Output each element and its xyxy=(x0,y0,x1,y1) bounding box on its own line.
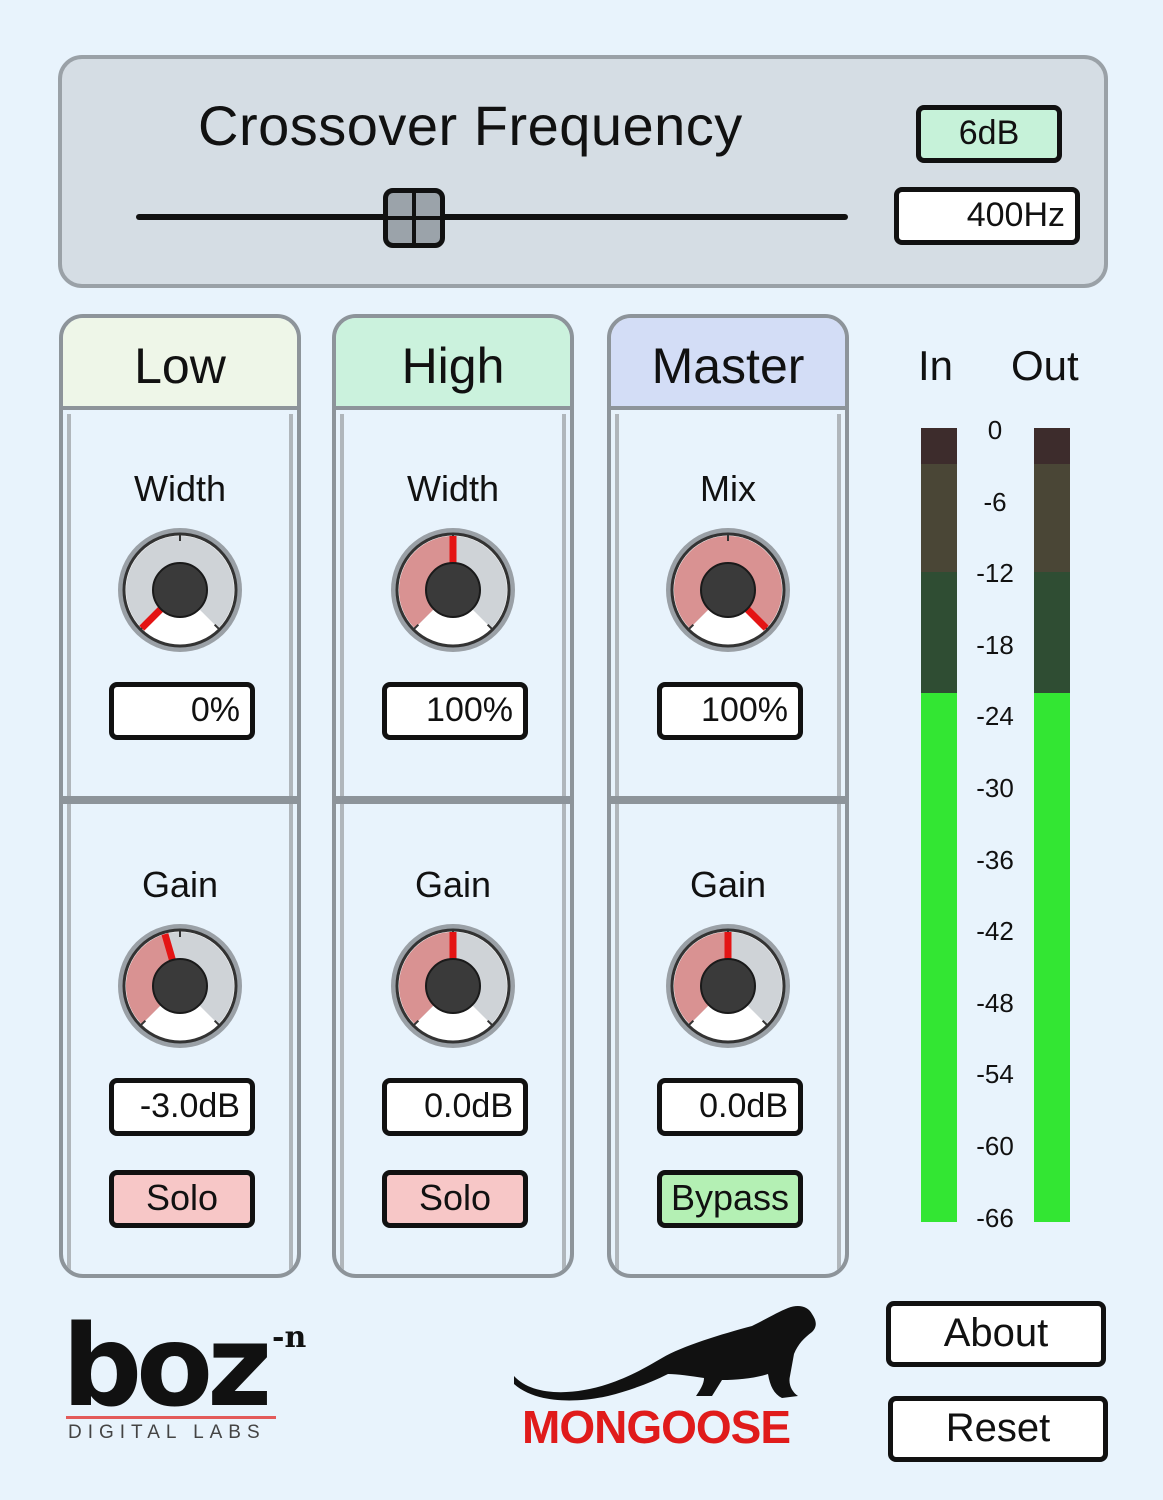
boz-logo-superscript: -n xyxy=(272,1320,307,1355)
boz-digital-labs-logo: boz -n DIGITAL LABS xyxy=(62,1302,314,1452)
width-knob[interactable] xyxy=(114,524,246,656)
meter-yellow-zone xyxy=(921,464,957,573)
knob-dial-icon xyxy=(118,924,242,1048)
band-title: Master xyxy=(611,318,845,410)
width-value-field[interactable]: 100% xyxy=(382,682,528,740)
boz-logo-word: boz xyxy=(62,1302,272,1432)
high-band-panel: High Width 100% Gain 0.0dB Solo xyxy=(332,314,574,1278)
gain-knob[interactable] xyxy=(387,920,519,1052)
crossover-title: Crossover Frequency xyxy=(198,94,743,157)
solo-button[interactable]: Solo xyxy=(109,1170,255,1228)
width-value-field[interactable]: 0% xyxy=(109,682,255,740)
band-title: Low xyxy=(63,318,297,410)
section-divider xyxy=(63,796,297,804)
frequency-field[interactable]: 400Hz xyxy=(894,187,1080,245)
out-meter-label: Out xyxy=(1011,342,1079,389)
meter-scale-tick: -60 xyxy=(976,1131,1014,1161)
meter-scale-tick: -30 xyxy=(976,773,1014,803)
crossover-slider-thumb[interactable] xyxy=(382,188,445,248)
section-divider xyxy=(611,796,845,804)
gain-value-field[interactable]: 0.0dB xyxy=(382,1078,528,1136)
gain-knob[interactable] xyxy=(662,920,794,1052)
crossover-panel: Crossover Frequency 6dB 400Hz xyxy=(58,55,1108,288)
width-label: Width xyxy=(133,468,227,509)
boz-logo-underline xyxy=(66,1416,276,1419)
slope-selector[interactable]: 6dB xyxy=(916,105,1062,163)
knob-dial-icon xyxy=(666,528,790,652)
meter-level-fill xyxy=(921,692,957,1222)
meter-scale-tick: -36 xyxy=(976,844,1014,875)
meter-scale-tick: -48 xyxy=(976,987,1014,1018)
meter-scale-tick: -18 xyxy=(976,629,1014,660)
crossover-slider-track[interactable] xyxy=(136,214,848,220)
mongoose-product-name: MONGOOSE xyxy=(522,1401,791,1453)
master-panel: Master Mix 100% Gain 0.0dB Bypass xyxy=(607,314,849,1278)
gain-label: Gain xyxy=(414,864,492,905)
solo-button[interactable]: Solo xyxy=(382,1170,528,1228)
meter-red-zone xyxy=(921,428,957,465)
panel-edge xyxy=(67,414,71,1274)
boz-logo-subtitle: DIGITAL LABS xyxy=(68,1422,266,1443)
panel-edge xyxy=(340,414,344,1274)
meter-level-fill xyxy=(1034,692,1070,1222)
band-title: High xyxy=(336,318,570,410)
mongoose-logo: MONGOOSE xyxy=(512,1304,822,1454)
meter-yellow-zone xyxy=(1034,464,1070,573)
knob-dial-icon xyxy=(391,528,515,652)
gain-label: Gain xyxy=(141,864,219,905)
mix-label: Mix xyxy=(700,468,756,509)
gain-label: Gain xyxy=(689,864,767,905)
meter-red-zone xyxy=(1034,428,1070,465)
section-divider xyxy=(336,796,570,804)
mix-knob[interactable] xyxy=(662,524,794,656)
panel-edge xyxy=(562,414,566,1274)
bypass-button[interactable]: Bypass xyxy=(657,1170,803,1228)
reset-button[interactable]: Reset xyxy=(888,1396,1108,1462)
output-level-meter xyxy=(1034,428,1070,1222)
about-button[interactable]: About xyxy=(886,1301,1106,1367)
knob-dial-icon xyxy=(666,924,790,1048)
meter-scale-tick: -12 xyxy=(976,558,1014,589)
meter-scale-tick: -42 xyxy=(976,916,1014,947)
meter-scale-tick: -24 xyxy=(976,701,1014,732)
gain-knob[interactable] xyxy=(114,920,246,1052)
width-label: Width xyxy=(406,468,500,509)
meter-scale-tick: -6 xyxy=(983,486,1007,517)
meter-scale-tick: 0 xyxy=(987,415,1003,445)
meter-scale-tick: -54 xyxy=(976,1059,1014,1090)
panel-edge xyxy=(289,414,293,1274)
mongoose-silhouette-icon xyxy=(514,1306,816,1401)
panel-edge xyxy=(837,414,841,1274)
knob-dial-icon xyxy=(118,528,242,652)
input-level-meter xyxy=(921,428,957,1222)
panel-edge xyxy=(615,414,619,1274)
in-meter-label: In xyxy=(918,342,954,389)
knob-dial-icon xyxy=(391,924,515,1048)
meter-scale-tick: -66 xyxy=(976,1202,1014,1233)
width-knob[interactable] xyxy=(387,524,519,656)
gain-value-field[interactable]: -3.0dB xyxy=(109,1078,255,1136)
mix-value-field[interactable]: 100% xyxy=(657,682,803,740)
gain-value-field[interactable]: 0.0dB xyxy=(657,1078,803,1136)
low-band-panel: Low Width 0% Gain -3.0dB Solo xyxy=(59,314,301,1278)
